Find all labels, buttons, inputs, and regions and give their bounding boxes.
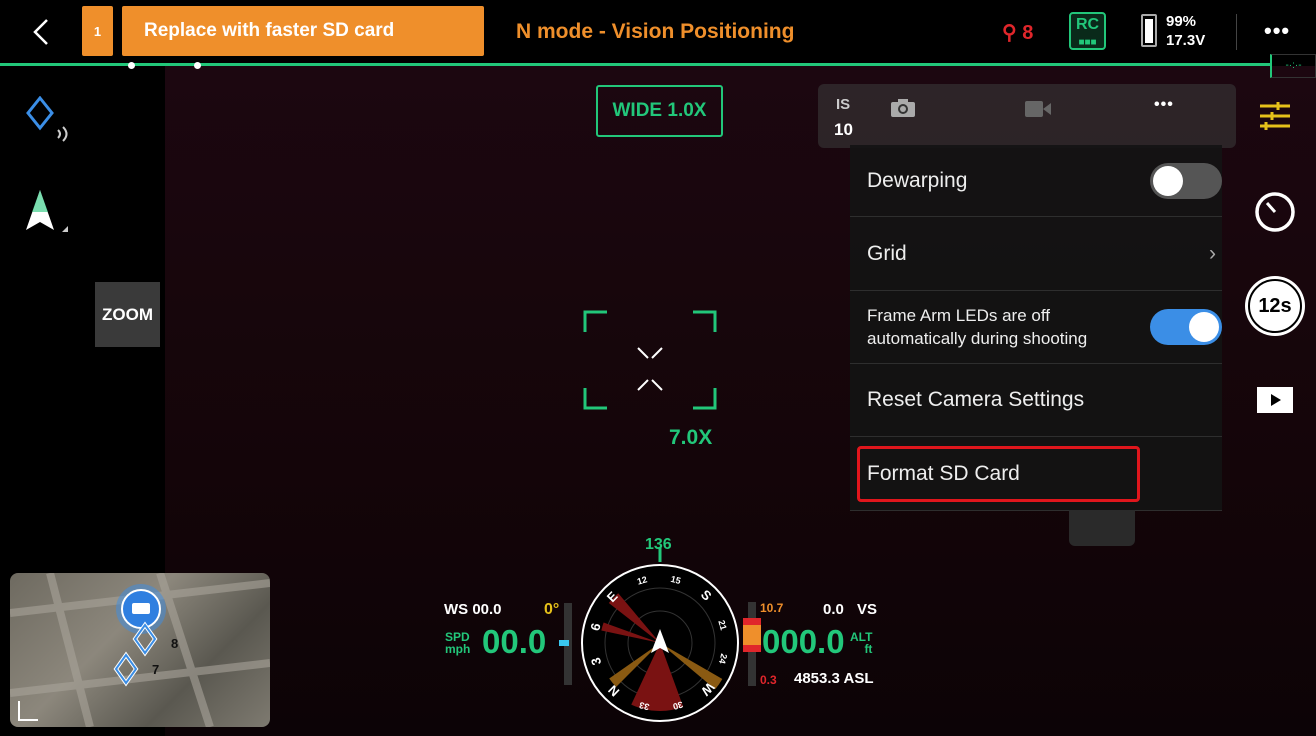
asl-value: 4853.3 ASL — [794, 670, 874, 687]
photo-mode-icon[interactable] — [890, 98, 916, 118]
chevron-right-icon: › — [1209, 241, 1216, 265]
highlight-box — [857, 446, 1140, 502]
rc-signal-badge[interactable]: RC ■■■ — [1069, 12, 1106, 50]
shutter-button[interactable]: 12s — [1245, 276, 1305, 336]
camera-settings-bar: IS 10 ••• — [818, 84, 1236, 148]
battery-status[interactable]: 99% 17.3V — [1166, 12, 1205, 50]
obstacle-indicator: -·:·- — [1270, 54, 1316, 78]
progress-line — [0, 63, 1270, 66]
more-button[interactable]: ••• — [1264, 18, 1290, 44]
menu-item-grid[interactable]: Grid › — [850, 217, 1222, 291]
dewarping-toggle[interactable] — [1150, 162, 1222, 199]
altitude-label: ALT ft — [850, 630, 873, 656]
aircraft-direction-icon — [26, 190, 68, 232]
menu-item-dewarping[interactable]: Dewarping — [850, 145, 1222, 217]
zoom-value: 7.0X — [669, 426, 713, 449]
satellite-icon: ⚲ — [1002, 22, 1023, 44]
marker-dot — [128, 62, 135, 69]
wind-speed: WS 00.0 — [444, 601, 502, 618]
speed-value: 00.0 — [482, 623, 547, 660]
gps-signal-icon[interactable] — [24, 96, 76, 148]
mini-map[interactable]: 8 7 — [10, 573, 270, 727]
focus-reticle — [583, 310, 717, 410]
vertical-speed-label: VS — [857, 601, 878, 618]
lens-button[interactable]: WIDE 1.0X — [596, 85, 723, 137]
settings-sliders-icon[interactable] — [1258, 100, 1292, 132]
gimbal-pointer — [559, 640, 569, 646]
altitude-upper-limit: 10.7 — [760, 601, 784, 615]
flight-mode: N mode - Vision Positioning — [516, 20, 795, 43]
top-bar: 1 Replace with faster SD card N mode - V… — [0, 0, 1316, 64]
warning-message[interactable]: Replace with faster SD card — [122, 6, 484, 56]
map-expand-icon[interactable] — [18, 701, 38, 721]
battery-icon — [1141, 14, 1157, 47]
compass: 12 15S2124W3033N36E — [581, 547, 739, 722]
zoom-button[interactable]: ZOOM — [95, 282, 160, 347]
divider — [1236, 14, 1237, 50]
speed-label: SPD mph — [445, 630, 471, 656]
playback-icon[interactable] — [1257, 387, 1293, 413]
altitude-value: 000.0 — [762, 623, 845, 660]
marker-dot — [194, 62, 201, 69]
heading-value: 136 — [645, 536, 672, 553]
vertical-speed-value: 0.0 — [823, 601, 844, 618]
back-icon[interactable] — [30, 18, 52, 46]
video-mode-icon[interactable] — [1024, 100, 1052, 118]
camera-more-button[interactable]: ••• — [1154, 96, 1174, 114]
gimbal-angle: 0° — [544, 601, 560, 618]
warning-count-badge[interactable]: 1 — [82, 6, 113, 56]
satellite-status[interactable]: ⚲ 8 — [1002, 20, 1033, 45]
frame-arm-leds-toggle[interactable] — [1150, 309, 1222, 345]
timer-icon[interactable] — [1253, 190, 1297, 234]
menu-item-frame-arm-leds[interactable]: Frame Arm LEDs are off automatically dur… — [850, 291, 1222, 364]
altitude-lower-limit: 0.3 — [760, 673, 777, 687]
panel-tab[interactable] — [1069, 510, 1135, 546]
menu-item-reset-camera[interactable]: Reset Camera Settings — [850, 364, 1222, 437]
altitude-indicator — [743, 618, 761, 652]
